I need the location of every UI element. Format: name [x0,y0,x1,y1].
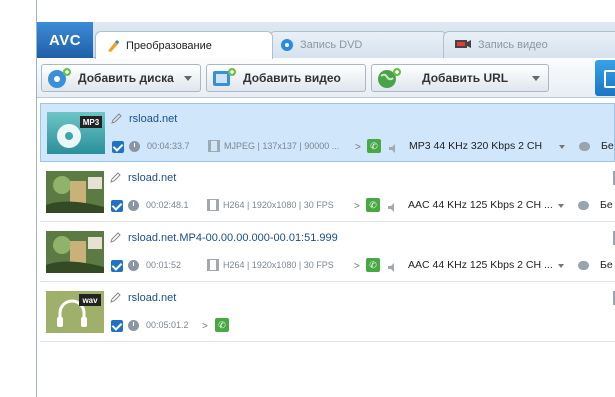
audio-info[interactable]: AAC 44 KHz 125 Kbps 2 CH ... [408,199,553,211]
pencil-icon[interactable] [111,112,123,124]
subtitle-info[interactable]: Бе [601,140,614,152]
globe-icon [376,67,402,89]
duration: 00:02:48.1 [146,200,189,210]
tab-convert[interactable]: Преобразование [95,31,273,59]
video-info[interactable]: H264 | 1920x1080 | 30 FPS [223,200,334,210]
chevron-right-icon: > [354,261,360,272]
file-row[interactable]: rsload.net.MP4-00.00.00.000-00.01:51.999… [40,223,615,282]
convert-icon [106,39,120,53]
audio-thumbnail: MP3 [47,112,105,154]
file-name[interactable]: rsload.net [128,172,176,184]
phone-icon[interactable]: ✆ [367,139,381,153]
pencil-icon[interactable] [110,171,122,183]
window-margin [0,0,36,397]
file-row[interactable]: wav rsload.net 00:05:01.2 > ✆ [40,283,615,342]
file-name[interactable]: rsload.net [129,113,177,125]
file-checkbox[interactable] [111,320,123,332]
add-disc-icon [46,67,72,89]
duration: 00:01:52 [146,260,182,270]
video-info[interactable]: MJPEG | 137x137 | 90000 ... [224,141,339,151]
subtitle-icon [579,142,590,151]
film-icon [207,199,219,211]
film-icon [207,259,219,271]
video-thumbnail [46,171,104,213]
clock-icon [128,320,139,331]
video-info[interactable]: H264 | 1920x1080 | 30 FPS [223,260,334,270]
speaker-icon [388,201,398,212]
chevron-right-icon: > [202,321,208,332]
chevron-right-icon: > [355,142,361,153]
file-checkbox[interactable] [111,260,123,272]
audio-info[interactable]: MP3 44 KHz 320 Kbps 2 CH [409,140,542,152]
file-list: MP3 rsload.net 00:04:33.7 MJPEG | 137x13… [40,103,615,397]
file-row[interactable]: rsload.net 00:02:48.1 H264 | 1920x1080 |… [40,163,615,222]
record-icon [454,38,472,52]
disc-icon [280,38,294,52]
file-checkbox[interactable] [111,200,123,212]
film-icon [208,140,220,152]
chevron-down-icon[interactable] [532,76,540,81]
subtitle-info[interactable]: Бе [600,259,613,271]
add-url-label: Добавить URL [422,71,509,85]
add-url-button[interactable]: Добавить URL [371,64,549,92]
toolbar: Добавить диска Добавить видео Добавить U… [37,58,615,98]
file-row[interactable]: MP3 rsload.net 00:04:33.7 MJPEG | 137x13… [40,103,615,162]
add-video-button[interactable]: Добавить видео [206,64,366,92]
tab-record[interactable]: Запись видео [443,31,615,58]
tab-dvd[interactable]: Запись DVD [269,31,447,58]
file-name[interactable]: rsload.net.MP4-00.00.00.000-00.01:51.999 [128,232,338,244]
subtitle-icon [578,261,589,270]
pencil-icon[interactable] [110,291,122,303]
file-name[interactable]: rsload.net [128,292,176,304]
add-video-label: Добавить видео [243,71,341,85]
chevron-right-icon: > [354,201,360,212]
chevron-down-icon[interactable] [559,145,565,149]
add-video-icon [211,67,237,89]
tab-record-label: Запись видео [478,39,548,51]
chevron-down-icon[interactable] [558,204,564,208]
convert-now-button[interactable] [595,60,615,96]
pencil-icon[interactable] [110,231,122,243]
add-disc-button[interactable]: Добавить диска [41,64,201,92]
phone-icon[interactable]: ✆ [366,258,380,272]
duration: 00:05:01.2 [146,320,189,330]
tab-dvd-label: Запись DVD [300,39,363,51]
file-checkbox[interactable] [112,141,124,153]
phone-icon[interactable]: ✆ [366,198,380,212]
audio-thumbnail: wav [46,291,104,333]
clock-icon [129,141,140,152]
app-logo: AVC [37,22,93,58]
phone-icon[interactable]: ✆ [215,318,229,332]
duration: 00:04:33.7 [147,141,190,151]
speaker-icon [389,142,399,153]
clock-icon [128,200,139,211]
audio-info[interactable]: AAC 44 KHz 125 Kbps 2 CH ... [408,259,553,271]
clock-icon [128,260,139,271]
tab-convert-label: Преобразование [126,39,212,52]
add-disc-label: Добавить диска [78,71,174,85]
subtitle-info[interactable]: Бе [600,199,613,211]
chevron-down-icon[interactable] [184,76,192,81]
wav-badge: wav [81,296,98,305]
speaker-icon [388,261,398,272]
mp3-badge: MP3 [83,118,100,127]
subtitle-icon [578,201,589,210]
tab-bar: AVC Преобразование Запись DVD Запись вид… [37,22,615,59]
chevron-down-icon[interactable] [558,264,564,268]
video-thumbnail [46,231,104,273]
